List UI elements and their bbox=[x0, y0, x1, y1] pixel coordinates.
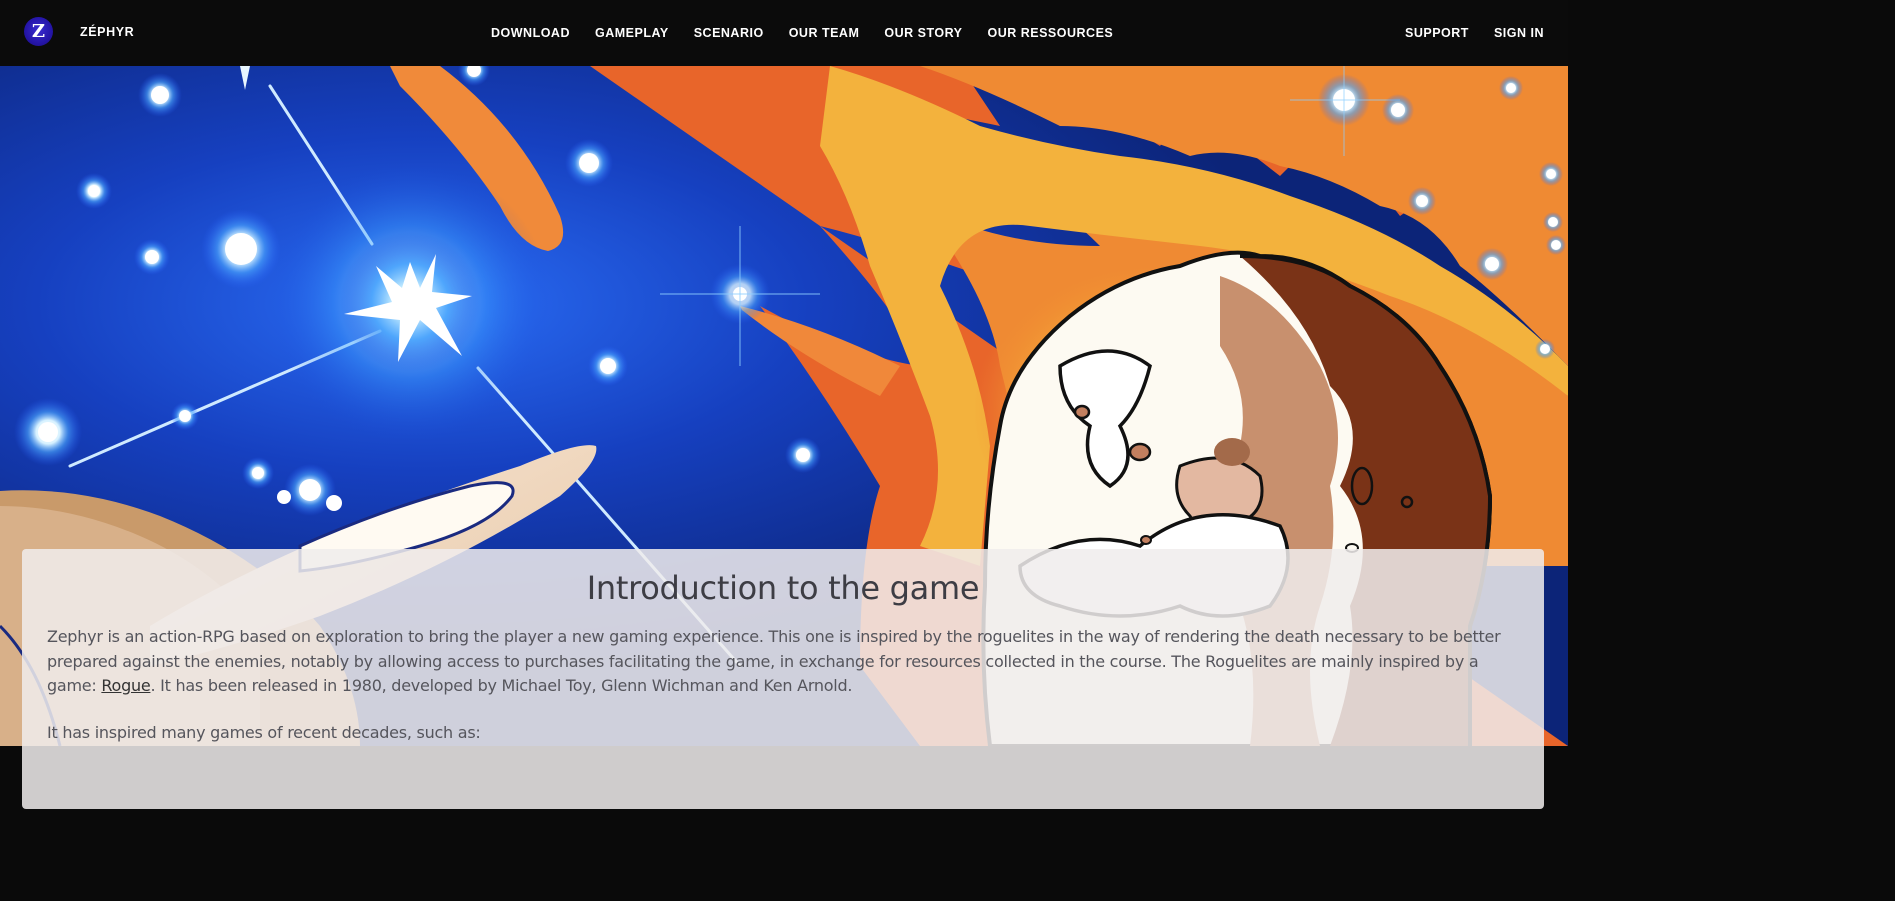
intro-card: Introduction to the game Zephyr is an ac… bbox=[22, 549, 1544, 809]
rogue-link[interactable]: Rogue bbox=[101, 676, 150, 695]
brand-home-link[interactable]: Z ZÉPHYR bbox=[24, 17, 134, 46]
nav-our-team[interactable]: OUR TEAM bbox=[789, 26, 860, 40]
intro-paragraph-2: It has inspired many games of recent dec… bbox=[47, 722, 481, 742]
nav-gameplay[interactable]: GAMEPLAY bbox=[595, 26, 669, 40]
nav-support[interactable]: SUPPORT bbox=[1405, 26, 1469, 40]
account-nav: SUPPORT SIGN IN bbox=[1405, 0, 1544, 66]
intro-text-part-2: . It has been released in 1980, develope… bbox=[150, 676, 853, 695]
intro-title: Introduction to the game bbox=[586, 569, 980, 607]
nav-sign-in[interactable]: SIGN IN bbox=[1494, 26, 1544, 40]
nav-scenario[interactable]: SCENARIO bbox=[694, 26, 764, 40]
nav-download[interactable]: DOWNLOAD bbox=[491, 26, 570, 40]
main-nav: DOWNLOAD GAMEPLAY SCENARIO OUR TEAM OUR … bbox=[491, 0, 1113, 66]
nav-our-story[interactable]: OUR STORY bbox=[884, 26, 962, 40]
top-navbar: Z ZÉPHYR DOWNLOAD GAMEPLAY SCENARIO OUR … bbox=[0, 0, 1568, 66]
nav-our-ressources[interactable]: OUR RESSOURCES bbox=[987, 26, 1113, 40]
brand-name: ZÉPHYR bbox=[80, 24, 135, 39]
intro-paragraph: Zephyr is an action-RPG based on explora… bbox=[47, 625, 1519, 699]
zephyr-logo-icon: Z bbox=[24, 17, 53, 46]
